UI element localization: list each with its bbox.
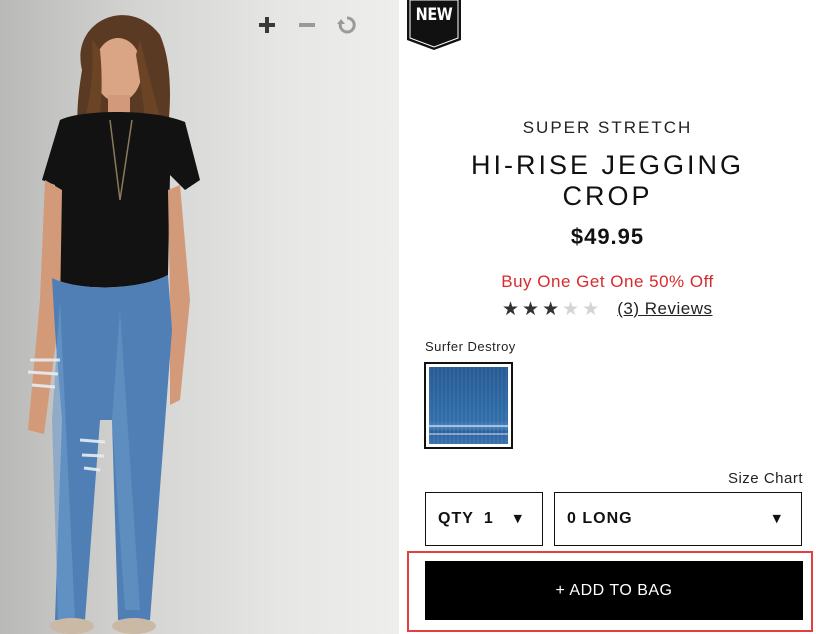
star-filled-icon: ★ [502,298,520,320]
product-title: HI-RISE JEGGING CROP [470,150,745,211]
product-photo [0,0,399,634]
product-subtitle: SUPER STRETCH [522,118,693,137]
reviews-link[interactable]: (3) Reviews [617,299,712,319]
color-name: Surfer Destroy [425,339,516,354]
star-filled-icon: ★ [542,298,560,320]
rating-row: ★ ★ ★ ★ ★ (3) Reviews [502,299,712,319]
product-info-panel: NEW SUPER STRETCH HI-RISE JEGGING CROP $… [399,0,816,634]
add-to-bag-button[interactable]: + ADD TO BAG [425,561,803,620]
reset-zoom-icon[interactable] [334,12,360,38]
size-select[interactable]: 0 LONG ▼ [554,492,802,546]
promo-text: Buy One Get One 50% Off [501,272,714,291]
size-value: 0 LONG [567,510,633,527]
product-price: $49.95 [570,224,645,249]
quantity-value: 1 [483,510,494,527]
zoom-out-icon[interactable] [294,12,320,38]
swatch-image [429,367,508,444]
model-illustration [27,15,200,634]
quantity-label: QTY [438,510,474,527]
size-chart-link[interactable]: Size Chart [728,470,803,487]
zoom-controls [254,12,360,38]
star-empty-icon: ★ [582,298,600,320]
star-rating: ★ ★ ★ ★ ★ [502,299,599,319]
new-badge-label: NEW [415,5,453,25]
color-swatch[interactable] [424,362,513,449]
zoom-in-icon[interactable] [254,12,280,38]
star-empty-icon: ★ [562,298,580,320]
caret-down-icon: ▼ [513,512,522,525]
star-filled-icon: ★ [522,298,540,320]
quantity-select[interactable]: QTY 1 ▼ [425,492,543,546]
caret-down-icon: ▼ [772,512,781,525]
